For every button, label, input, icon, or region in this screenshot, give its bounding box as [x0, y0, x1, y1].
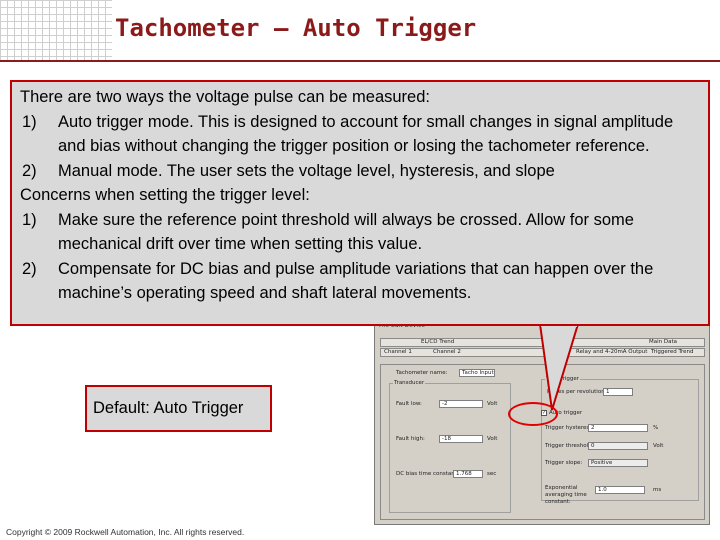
callout-concern-1-text: Make sure the reference point threshold …	[58, 210, 634, 254]
threshold-unit: Volt	[653, 443, 664, 449]
fault-low-unit: Volt	[487, 401, 498, 407]
default-mode-box: Default: Auto Trigger	[85, 385, 272, 432]
callout-item-1-number: 1)	[22, 112, 37, 131]
callout-intro: There are two ways the voltage pulse can…	[20, 88, 430, 106]
exp-averaging-label: Exponential averaging time constant:	[545, 485, 587, 505]
callout-pointer	[538, 324, 580, 411]
threshold-field: 0	[588, 442, 648, 450]
hysteresis-unit: %	[653, 425, 659, 431]
callout-item-2: 2) Manual mode. The user sets the voltage…	[20, 159, 700, 184]
hysteresis-field: 2	[588, 424, 648, 432]
callout-item-2-text: Manual mode. The user sets the voltage l…	[58, 161, 555, 180]
dc-bias-label: DC bias time constant:	[396, 471, 459, 477]
fault-low-label: Fault low:	[396, 401, 422, 407]
callout-concern-2-text: Compensate for DC bias and pulse amplitu…	[58, 259, 654, 303]
callout-item-1-text: Auto trigger mode. This is designed to a…	[58, 112, 674, 156]
tab-elcd-trend: EL/CD Trend	[421, 339, 455, 345]
callout-concern-2: 2) Compensate for DC bias and pulse ampli…	[20, 257, 700, 306]
copyright-notice: Copyright © 2009 Rockwell Automation, In…	[6, 527, 245, 537]
threshold-label: Trigger threshold:	[545, 443, 594, 449]
decorative-grid	[0, 0, 112, 62]
callout-concern-1: 1) Make sure the reference point threshol…	[20, 208, 700, 257]
tacho-name-label: Tachometer name:	[396, 370, 448, 376]
fault-high-unit: Volt	[487, 436, 498, 442]
fault-low-field: -2	[439, 400, 483, 408]
exp-averaging-field: 1.0	[595, 486, 645, 494]
title-divider	[0, 60, 720, 62]
explanation-callout: There are two ways the voltage pulse can…	[10, 80, 710, 326]
dc-bias-unit: sec	[487, 471, 497, 477]
slope-label: Trigger slope:	[545, 460, 583, 466]
tab-channel-2: Channel 2	[433, 349, 461, 355]
exp-averaging-unit: ms	[653, 487, 662, 493]
fault-high-field: -18	[439, 435, 483, 443]
dc-bias-field: 1.768	[453, 470, 483, 478]
callout-concerns-heading: Concerns when setting the trigger level:	[20, 186, 310, 204]
tab-main-data: Main Data	[649, 339, 678, 345]
tab-channel-1: Channel 1	[384, 349, 412, 355]
transducer-group-label: Transducer	[393, 380, 426, 386]
tacho-name-field: Tacho Input	[459, 369, 495, 377]
page-title: Tachometer – Auto Trigger	[115, 14, 477, 42]
callout-concern-2-number: 2)	[22, 259, 37, 278]
callout-item-2-number: 2)	[22, 161, 37, 180]
fault-high-label: Fault high:	[396, 436, 425, 442]
callout-item-1: 1) Auto trigger mode. This is designed to…	[20, 110, 700, 159]
callout-concern-1-number: 1)	[22, 210, 37, 229]
auto-trigger-highlight	[508, 402, 558, 426]
pulses-field: 1	[603, 388, 633, 396]
tab-triggered-trend: Triggered Trend	[651, 349, 694, 355]
slope-select: Positive	[588, 459, 648, 467]
